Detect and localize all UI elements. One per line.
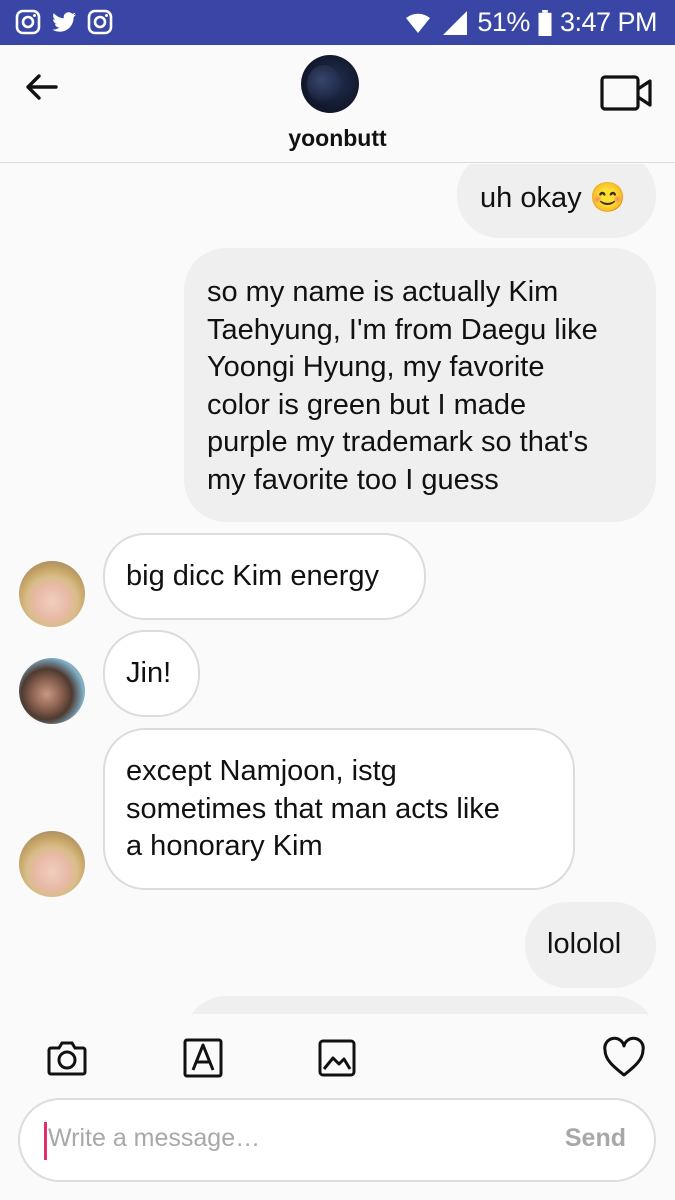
wifi-icon <box>406 13 431 33</box>
gallery-icon[interactable] <box>315 1036 359 1080</box>
message-line: except Namjoon, istg <box>126 755 397 787</box>
message-line: purple my trademark so that's <box>207 426 589 458</box>
contact-avatar[interactable] <box>301 55 359 113</box>
message-bubble-sent[interactable]: lololol <box>525 902 656 988</box>
battery-percent: 51% <box>477 7 530 37</box>
sender-avatar[interactable] <box>19 658 85 724</box>
composer-toolbar: Write a message… Send <box>0 1014 675 1200</box>
message-input[interactable]: Write a message… Send <box>18 1098 656 1182</box>
text-cursor <box>44 1122 47 1160</box>
signal-icon <box>443 10 468 35</box>
message-text: Jin! <box>126 657 172 689</box>
message-line: a honorary Kim <box>126 830 323 862</box>
heart-icon[interactable] <box>602 1036 646 1080</box>
sender-avatar[interactable] <box>19 561 85 627</box>
message-line: color is green but I made <box>207 388 527 421</box>
message-line: sometimes that man acts like <box>126 792 500 825</box>
clock: 3:47 PM <box>559 7 658 37</box>
message-bubble-sent[interactable]: so my name is actually Kim Taehyung, I'm… <box>184 248 656 522</box>
twitter-icon <box>52 12 76 32</box>
conversation-header: yoonbutt <box>0 45 675 163</box>
message-line: Yoongi Hyung, my favorite <box>207 351 545 383</box>
message-bubble-sent[interactable]: uh okay 😊 <box>457 164 656 238</box>
instagram-icon <box>15 9 41 35</box>
message-bubble-partial[interactable] <box>184 996 656 1014</box>
text-style-icon[interactable] <box>181 1036 225 1080</box>
contact-username[interactable]: yoonbutt <box>0 125 675 152</box>
message-line: Taehyung, I'm from Daegu like <box>207 313 598 346</box>
message-bubble-received[interactable]: except Namjoon, istg sometimes that man … <box>103 728 575 890</box>
instagram-icon <box>87 9 113 35</box>
message-input-placeholder: Write a message… <box>48 1124 261 1152</box>
sender-avatar[interactable] <box>19 831 85 897</box>
battery-icon <box>538 9 552 36</box>
message-bubble-received[interactable]: big dicc Kim energy <box>103 533 426 620</box>
video-call-icon[interactable] <box>600 73 654 113</box>
message-text: big dicc Kim energy <box>126 560 380 592</box>
notification-icons <box>14 8 114 36</box>
message-line: my favorite too I guess <box>207 463 499 496</box>
message-bubble-received[interactable]: Jin! <box>103 630 200 717</box>
message-text: uh okay 😊 <box>480 182 626 214</box>
back-arrow-icon[interactable] <box>22 67 62 107</box>
message-text: lololol <box>547 928 622 960</box>
system-status: 51% 3:47 PM <box>403 7 658 38</box>
send-button[interactable]: Send <box>565 1124 626 1153</box>
message-line: so my name is actually Kim <box>207 276 559 308</box>
message-list[interactable]: uh okay 😊 so my name is actually Kim Tae… <box>0 164 675 1014</box>
status-bar: 51% 3:47 PM <box>0 0 675 45</box>
camera-icon[interactable] <box>45 1036 89 1080</box>
